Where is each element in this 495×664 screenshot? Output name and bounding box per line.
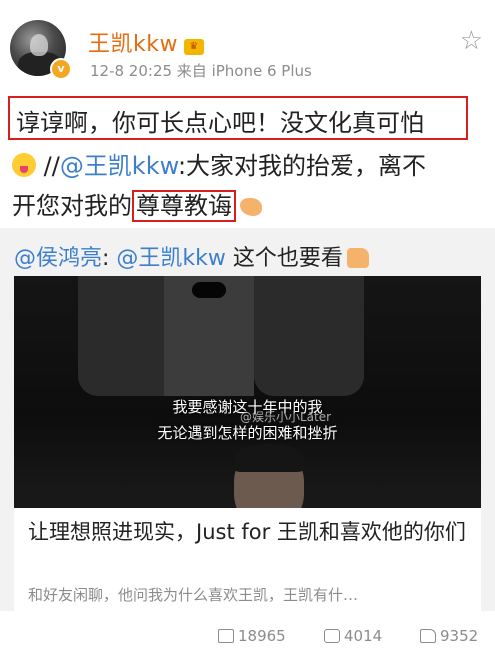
username[interactable]: 王凯kkw <box>88 32 178 57</box>
repost-text: @侯鸿亮: @王凯kkw 这个也要看 <box>14 240 369 272</box>
repost-container: @侯鸿亮: @王凯kkw 这个也要看 我要感谢这十年中的我 @娱乐小小Later… <box>0 228 495 611</box>
like-button[interactable]: 9352 <box>420 627 478 645</box>
emoji-face-icon <box>12 153 36 177</box>
highlighted-phrase: 尊尊教诲 <box>132 190 236 222</box>
post-text-line2: //@王凯kkw:大家对我的抬爱，离不 <box>12 146 426 181</box>
crown-icon: ♛ <box>183 39 204 55</box>
post-meta: 12-8 20:25 来自 iPhone 6 Plus <box>90 62 312 80</box>
mention-link[interactable]: @王凯kkw <box>116 246 225 271</box>
article-card[interactable]: 让理想照进现实，Just for 王凯和喜欢他的你们 和好友闲聊，他问我为什么喜… <box>14 508 481 611</box>
share-icon <box>218 629 234 643</box>
flexed-arm-icon <box>240 198 262 216</box>
video-subtitle: 无论遇到怎样的困难和挫折 <box>157 424 338 442</box>
comment-button[interactable]: 4014 <box>324 627 382 645</box>
like-icon <box>420 629 436 643</box>
mention-link[interactable]: @王凯kkw <box>60 152 178 180</box>
comment-icon <box>324 629 340 643</box>
mention-link[interactable]: @侯鸿亮 <box>14 246 102 271</box>
star-icon[interactable]: ☆ <box>460 28 483 54</box>
highlighted-line: 谆谆啊，你可长点心吧！没文化真可怕 <box>8 96 468 140</box>
action-bar: 18965 4014 9352 <box>0 611 495 664</box>
video-thumbnail[interactable]: 我要感谢这十年中的我 @娱乐小小Later 无论遇到怎样的困难和挫折 <box>14 276 481 508</box>
card-description: 和好友闲聊，他问我为什么喜欢王凯，王凯有什… <box>28 586 359 604</box>
card-title: 让理想照进现实，Just for 王凯和喜欢他的你们 <box>28 520 466 544</box>
post-text-line3: 开您对我的 尊尊教诲 <box>12 186 262 222</box>
thumbs-up-icon <box>346 248 369 268</box>
repost-button[interactable]: 18965 <box>218 627 286 645</box>
post-header: v 王凯kkw ♛ 12-8 20:25 来自 iPhone 6 Plus ☆ <box>10 14 485 84</box>
verified-icon: v <box>50 58 72 80</box>
post-text-line1: 谆谆啊，你可长点心吧！没文化真可怕 <box>16 109 424 137</box>
